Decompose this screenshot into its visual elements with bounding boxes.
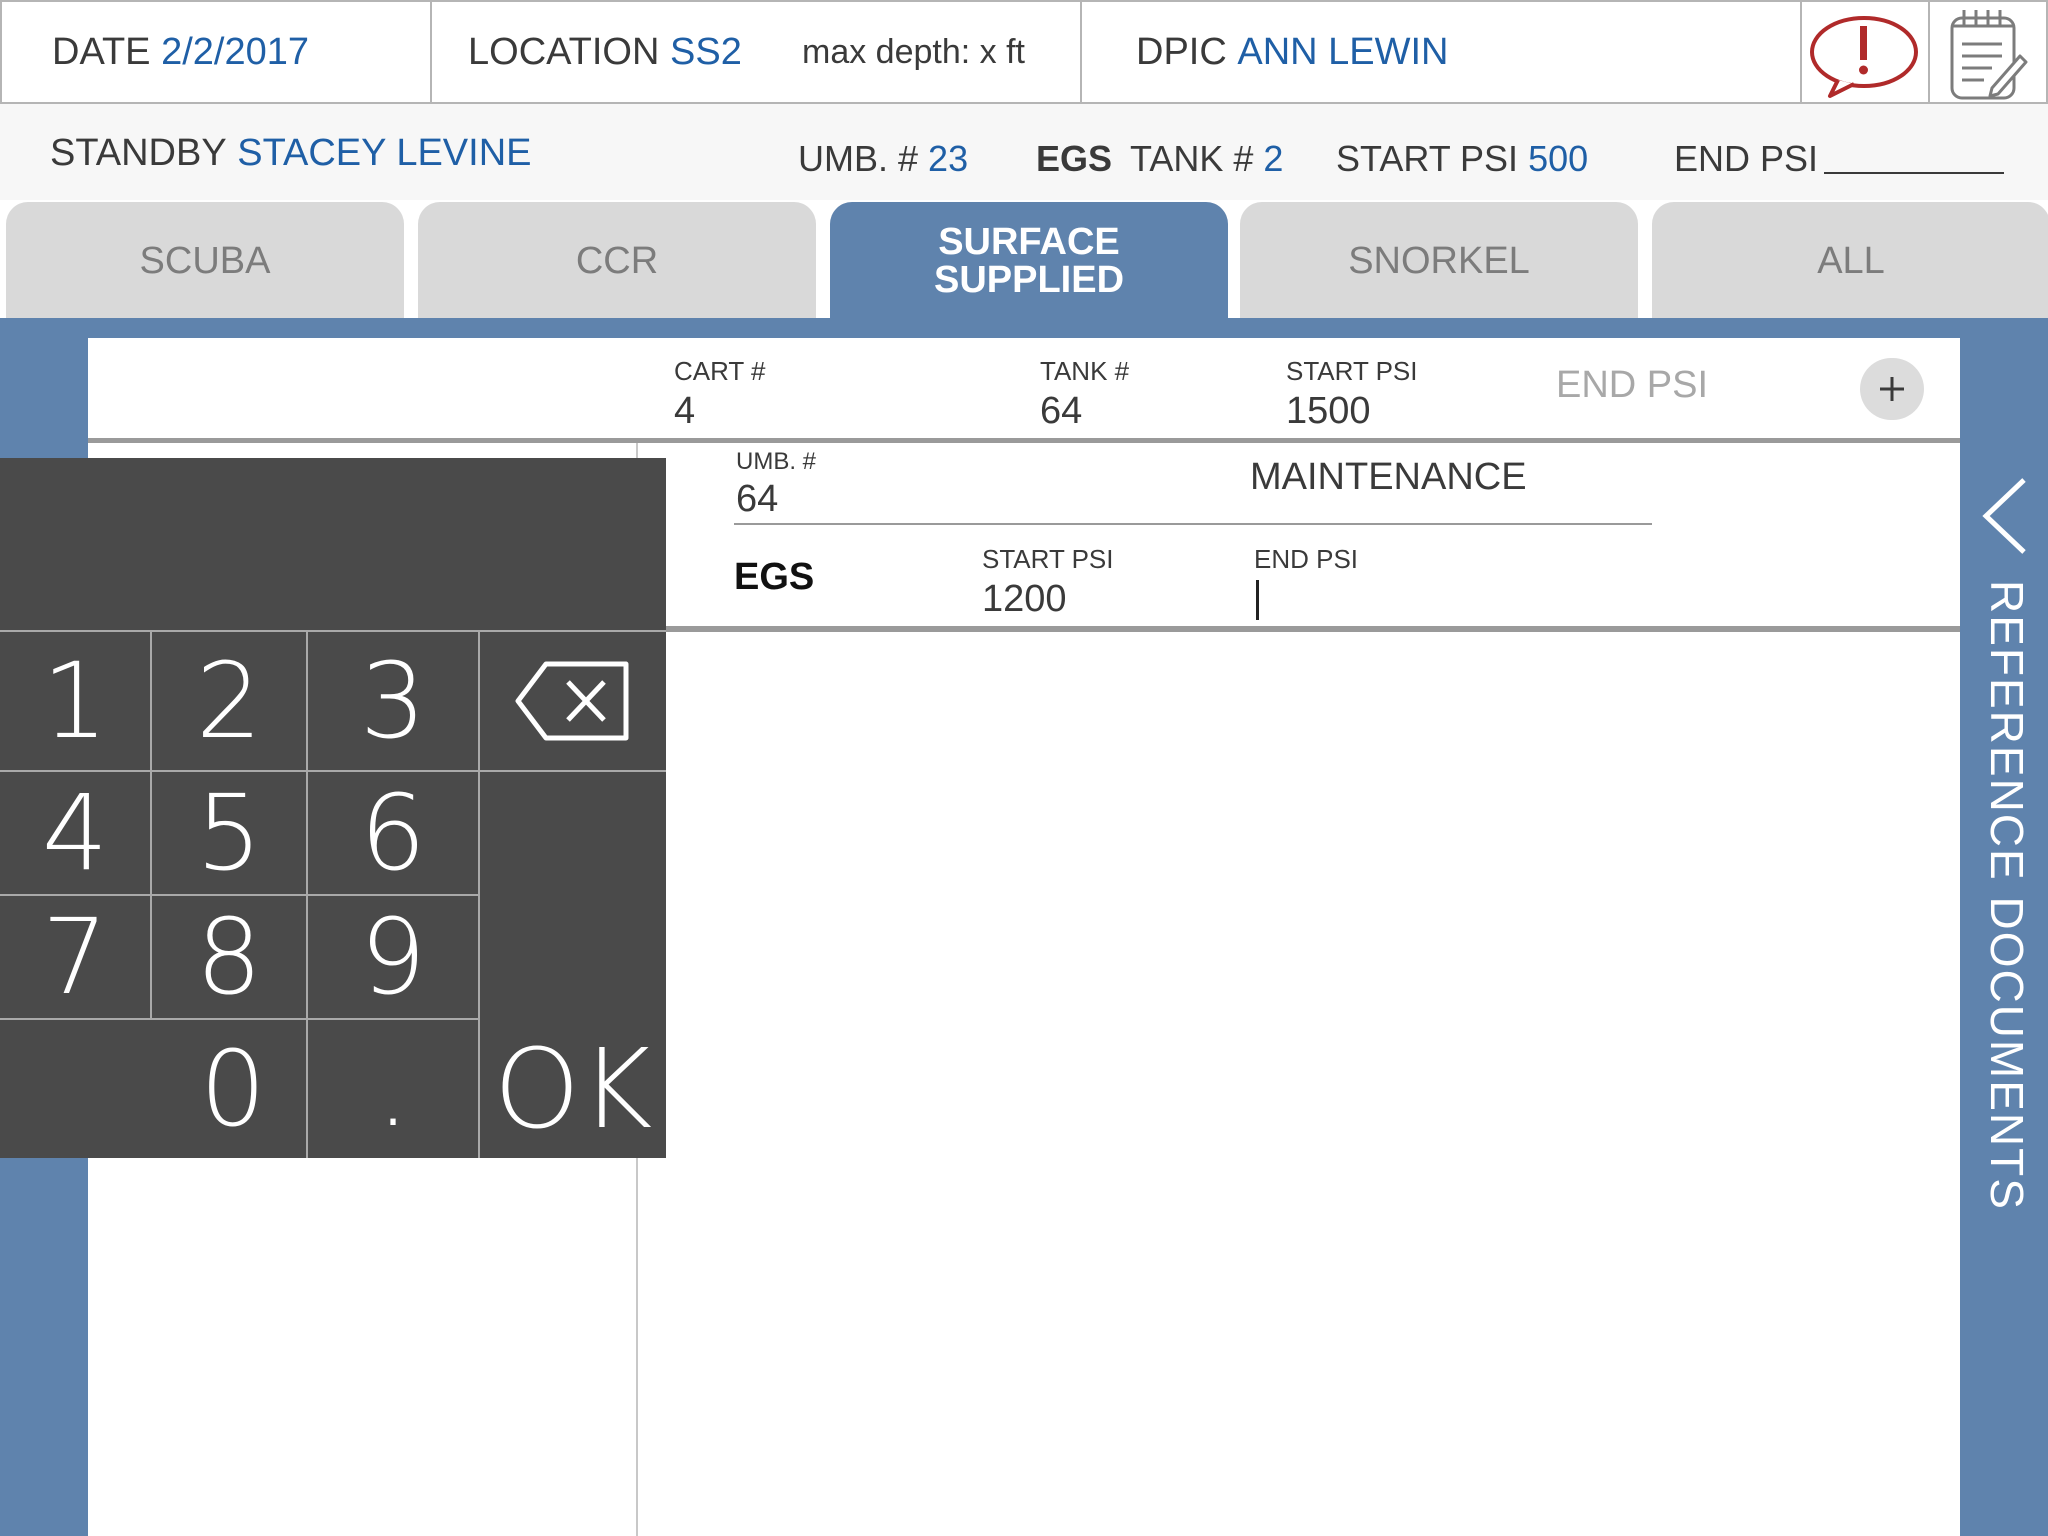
reference-documents-toggle[interactable]: REFERENCE DOCUMENTS <box>1981 580 2046 1230</box>
egs-label: EGS <box>1036 138 1113 179</box>
plus-icon <box>1880 377 1904 401</box>
date-field[interactable]: DATE 2/2/2017 <box>52 2 309 102</box>
tab-surface-supplied-line1: SURFACE <box>938 221 1120 263</box>
diver-row-bottom-divider <box>666 626 1960 632</box>
tank-value: 2 <box>1263 138 1284 179</box>
cart-start-psi-value[interactable]: 1500 <box>1286 390 1371 433</box>
cart-label: CART # <box>674 356 766 386</box>
standby-row: STANDBY STACEY LEVINE UMB. # 23 EGS TANK… <box>0 104 2048 200</box>
max-depth: max depth: x ft <box>802 32 1025 71</box>
dpic-value: ANN LEWIN <box>1237 30 1449 73</box>
diver-start-psi-value[interactable]: 1200 <box>982 578 1067 621</box>
numeric-keypad: 1 2 3 4 5 6 7 8 9 0 . OK <box>0 458 666 1158</box>
diver-end-psi-label: END PSI <box>1254 544 1359 574</box>
umb-value: 23 <box>928 138 969 179</box>
key-0[interactable]: 0 <box>0 1020 306 1158</box>
backspace-key[interactable] <box>480 632 666 770</box>
divider <box>1080 2 1082 104</box>
tab-scuba[interactable]: SCUBA <box>6 202 404 320</box>
standby-label: STANDBY <box>50 132 227 174</box>
key-3[interactable]: 3 <box>308 632 478 770</box>
diver-umb-label: UMB. # <box>736 448 817 475</box>
key-5[interactable]: 5 <box>152 772 306 894</box>
notepad-icon[interactable] <box>1946 6 2030 102</box>
end-psi-input[interactable] <box>1824 172 2004 174</box>
divider <box>1800 2 1802 104</box>
key-2[interactable]: 2 <box>152 632 306 770</box>
date-label: DATE <box>52 30 151 73</box>
backspace-icon <box>515 661 629 741</box>
top-header: DATE 2/2/2017 LOCATION SS2 max depth: x … <box>0 0 2048 104</box>
diver-umb-value[interactable]: 64 <box>736 478 778 521</box>
text-cursor <box>1256 580 1259 620</box>
key-1[interactable]: 1 <box>0 632 150 770</box>
diver-row-divider <box>734 523 1652 525</box>
date-value: 2/2/2017 <box>161 30 310 73</box>
cart-start-psi-label: START PSI <box>1286 356 1418 386</box>
cart-tank-label: TANK # <box>1040 356 1130 386</box>
key-7[interactable]: 7 <box>0 896 150 1018</box>
standby-tank-field[interactable]: TANK # 2 <box>1130 138 1283 180</box>
standby-umb-field[interactable]: UMB. # 23 <box>798 138 968 180</box>
divider <box>1928 2 1930 104</box>
key-4[interactable]: 4 <box>0 772 150 894</box>
row-divider <box>88 438 1960 443</box>
keypad-line <box>478 770 666 772</box>
location-value: SS2 <box>670 30 742 73</box>
umb-label: UMB. # <box>798 138 919 179</box>
key-decimal[interactable]: . <box>308 1020 478 1158</box>
add-button[interactable] <box>1860 358 1924 420</box>
chevron-left-icon[interactable] <box>1980 476 2030 556</box>
dpic-label: DPIC <box>1136 30 1227 73</box>
dpic-field[interactable]: DPIC ANN LEWIN <box>1136 2 1449 102</box>
sidebar-label: REFERENCE DOCUMENTS <box>1981 580 2033 1211</box>
tab-all[interactable]: ALL <box>1652 202 2048 320</box>
diver-start-psi-label: START PSI <box>982 544 1114 574</box>
key-6[interactable]: 6 <box>308 772 478 894</box>
diver-role[interactable]: MAINTENANCE <box>1250 456 1527 499</box>
alert-speech-bubble-icon[interactable] <box>1808 8 1920 98</box>
tab-ccr[interactable]: CCR <box>418 202 816 320</box>
cart-tank-value[interactable]: 64 <box>1040 390 1082 433</box>
key-9[interactable]: 9 <box>308 896 478 1018</box>
start-psi-label: START PSI <box>1336 138 1519 179</box>
standby-start-psi-field[interactable]: START PSI 500 <box>1336 138 1588 180</box>
tab-surface-supplied-line2: SUPPLIED <box>933 259 1125 301</box>
tab-snorkel[interactable]: SNORKEL <box>1240 202 1638 320</box>
start-psi-value: 500 <box>1528 138 1589 179</box>
divider <box>430 2 432 104</box>
key-8[interactable]: 8 <box>152 896 306 1018</box>
cart-end-psi-input[interactable]: END PSI <box>1556 364 1708 407</box>
standby-value: STACEY LEVINE <box>237 132 532 174</box>
location-label: LOCATION <box>468 30 660 73</box>
ok-button[interactable]: OK <box>480 1020 666 1158</box>
cart-value[interactable]: 4 <box>674 390 695 433</box>
tank-label: TANK # <box>1130 138 1254 179</box>
tab-surface-supplied[interactable]: SURFACE SUPPLIED <box>830 202 1228 320</box>
standby-end-psi-label: END PSI <box>1674 138 1819 179</box>
diver-egs-label: EGS <box>734 556 815 598</box>
location-field[interactable]: LOCATION SS2 <box>468 2 742 102</box>
standby-field[interactable]: STANDBY STACEY LEVINE <box>50 132 532 175</box>
